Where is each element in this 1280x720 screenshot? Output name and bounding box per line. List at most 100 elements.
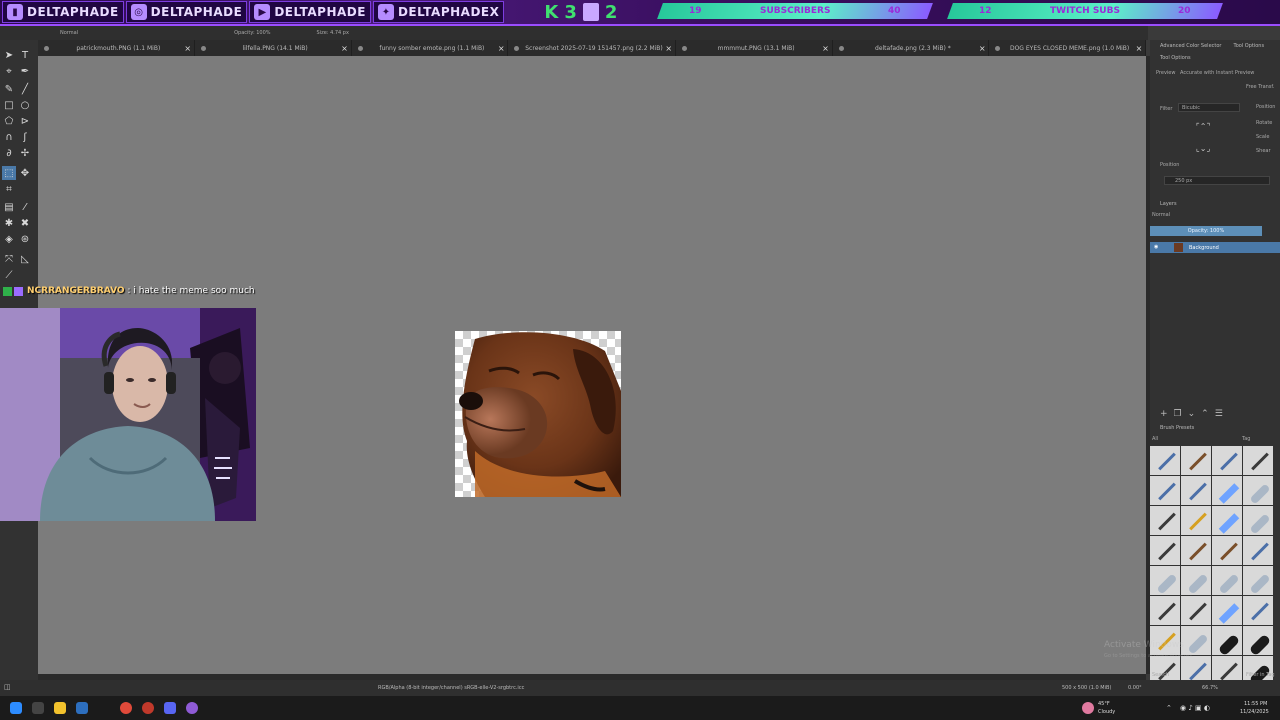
visibility-eye-icon[interactable]: ◉ [1154,244,1158,250]
brush-preset[interactable] [1150,566,1180,595]
document-image[interactable] [455,331,621,497]
move-down-icon[interactable]: ⌄ [1188,409,1196,419]
tray-app-icons[interactable]: ◉ ♪ ▣ ◐ [1180,704,1210,712]
brush-preset[interactable] [1243,506,1273,535]
ellipse-tool-icon[interactable]: ○ [18,98,32,112]
brush-search-input[interactable]: Search [1152,672,1169,678]
rectangle-tool-icon[interactable]: □ [2,98,16,112]
brush-filter-select[interactable]: All [1152,436,1158,442]
brush-preset[interactable] [1212,596,1242,625]
brush-preset[interactable] [1212,626,1242,655]
bezier-tool-icon[interactable]: ∩ [2,130,16,144]
anchor-grid-icon[interactable]: ⌞⌄⌟ [1196,144,1210,153]
close-icon[interactable]: × [820,44,832,53]
steam-icon[interactable] [76,702,88,714]
brush-preset[interactable] [1243,596,1273,625]
close-icon[interactable]: × [1133,44,1145,53]
crop-tool-icon[interactable]: ⌗ [2,182,16,196]
brush-preset[interactable] [1212,536,1242,565]
dynamic-brush-tool-icon[interactable]: ∂ [2,146,16,160]
polyline-tool-icon[interactable]: ⊳ [18,114,32,128]
scale-tab[interactable]: Scale [1256,134,1269,140]
brush-preset[interactable] [1150,446,1180,475]
document-tab[interactable]: lilfella.PNG (14.1 MiB) × [195,40,352,56]
close-icon[interactable]: × [976,44,988,53]
gradient-tool-icon[interactable]: ▤ [2,200,16,214]
brush-preset[interactable] [1181,476,1211,505]
discord-icon[interactable] [164,702,176,714]
enclose-fill-tool-icon[interactable]: ⊛ [18,232,32,246]
polygon-tool-icon[interactable]: ⬠ [2,114,16,128]
obs-icon[interactable] [142,702,154,714]
close-icon[interactable]: × [339,44,351,53]
brush-preset[interactable] [1181,626,1211,655]
zoom-value[interactable]: 66.7% [1202,685,1218,691]
color-picker-icon[interactable]: ⁄ [18,200,32,214]
task-view-icon[interactable] [32,702,44,714]
multibrush-tool-icon[interactable]: ✢ [18,146,32,160]
chrome-icon[interactable] [120,702,132,714]
measure-tool-icon[interactable]: ◺ [18,252,32,266]
close-icon[interactable]: × [663,44,675,53]
select-shapes-tool-icon[interactable]: ➤ [2,48,16,62]
duplicate-layer-icon[interactable]: ❐ [1174,409,1182,419]
brush-tool-icon[interactable]: ✎ [2,82,16,96]
brush-preset[interactable] [1243,536,1273,565]
brush-tag-button[interactable]: Tag [1242,436,1250,442]
weather-icon[interactable] [1082,702,1094,714]
brush-preset[interactable] [1150,536,1180,565]
transform-tool-icon[interactable]: ⬚ [2,166,16,180]
brush-preset[interactable] [1181,446,1211,475]
move-tool-icon[interactable]: ✥ [18,166,32,180]
brush-preset[interactable] [1243,626,1273,655]
brush-preset[interactable] [1212,506,1242,535]
document-tab-active[interactable]: DOG EYES CLOSED MEME.png (1.0 MiB) × [989,40,1146,56]
tray-chevron-icon[interactable]: ⌃ [1166,704,1172,712]
shear-tab[interactable]: Shear [1256,148,1271,154]
rotate-tab[interactable]: Rotate [1256,120,1272,126]
reference-images-tool-icon[interactable]: ⟋ [2,268,16,282]
document-tab[interactable]: funny somber emote.png (1.1 MiB) × [352,40,509,56]
preview-mode-select[interactable]: Accurate with Instant Preview [1180,70,1254,76]
edit-shapes-tool-icon[interactable]: ⌖ [2,64,16,78]
brush-preset[interactable] [1212,446,1242,475]
layer-properties-icon[interactable]: ☰ [1215,409,1223,419]
close-icon[interactable]: × [495,44,507,53]
layer-opacity-slider[interactable]: Opacity: 100% [1150,226,1262,236]
text-tool-icon[interactable]: T [18,48,32,62]
anchor-grid-icon[interactable]: ⌜⌃⌝ [1196,122,1210,131]
brush-preset[interactable] [1181,506,1211,535]
brush-preset[interactable] [1150,596,1180,625]
document-tab[interactable]: deltafade.png (2.3 MiB) * × [833,40,990,56]
document-tab[interactable]: patrickmouth.PNG (1.1 MiB) × [38,40,195,56]
brush-preset[interactable] [1181,536,1211,565]
clock-time[interactable]: 11:55 PM [1244,701,1267,707]
document-tab[interactable]: Screenshot 2025-07-19 151457.png (2.2 Mi… [508,40,676,56]
fill-tool-icon[interactable]: ◈ [2,232,16,246]
brush-preset[interactable] [1212,566,1242,595]
windows-start-icon[interactable] [10,702,22,714]
opacity-slider[interactable]: Opacity: 100% [234,30,270,36]
brush-preset[interactable] [1150,476,1180,505]
assistant-tool-icon[interactable]: ⤧ [2,252,16,266]
rotation-value[interactable]: 0.00° [1128,685,1142,691]
line-tool-icon[interactable]: ╱ [18,82,32,96]
brush-preset[interactable] [1243,446,1273,475]
brush-size-slider[interactable]: Size: 4.74 px [317,30,349,36]
tab-tool-options[interactable]: Tool Options [1233,43,1264,49]
position-input[interactable]: 250 px [1164,176,1270,185]
move-up-icon[interactable]: ⌃ [1201,409,1209,419]
clock-date[interactable]: 11/24/2025 [1240,709,1269,715]
document-tab[interactable]: mmmmut.PNG (13.1 MiB) × [676,40,833,56]
layer-blend-select[interactable]: Normal [1152,212,1170,218]
colorize-mask-tool-icon[interactable]: ✖ [18,216,32,230]
brush-preset[interactable] [1243,566,1273,595]
brush-preset[interactable] [1243,476,1273,505]
calligraphy-tool-icon[interactable]: ✒ [18,64,32,78]
brush-preset[interactable] [1150,506,1180,535]
add-layer-icon[interactable]: + [1160,409,1168,419]
brush-preset[interactable] [1181,566,1211,595]
filter-select[interactable]: Bicubic [1178,103,1240,112]
tab-advanced-color-selector[interactable]: Advanced Color Selector [1160,43,1221,49]
blend-mode-select[interactable]: Normal [60,30,78,36]
